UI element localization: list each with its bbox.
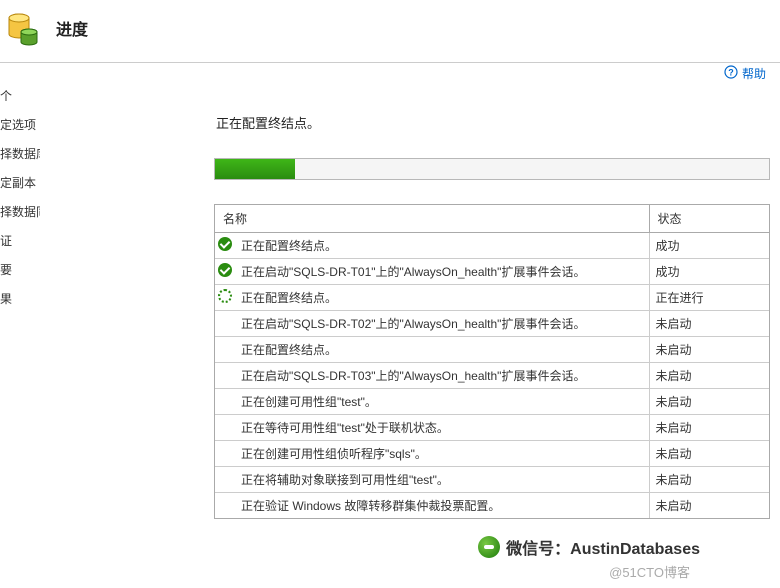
sidebar-item-1[interactable]: 定选项 [0, 110, 40, 139]
progress-fill [215, 159, 295, 179]
layout: 个 定选项 择数据库 定副本 择数据同步 证 要 果 ? 帮助 正在配置终结点。 [0, 63, 780, 588]
row-status: 未启动 [649, 493, 769, 519]
table-row[interactable]: 正在启动"SQLS-DR-T01"上的"AlwaysOn_health"扩展事件… [215, 259, 769, 285]
status-text: 正在配置终结点。 [216, 113, 772, 132]
row-icon-cell [215, 467, 235, 493]
row-status: 未启动 [649, 415, 769, 441]
row-icon-cell [215, 259, 235, 285]
table-row[interactable]: 正在等待可用性组"test"处于联机状态。未启动 [215, 415, 769, 441]
row-name: 正在启动"SQLS-DR-T01"上的"AlwaysOn_health"扩展事件… [235, 259, 649, 285]
row-status: 成功 [649, 259, 769, 285]
row-name: 正在创建可用性组侦听程序"sqls"。 [235, 441, 649, 467]
row-name: 正在配置终结点。 [235, 285, 649, 311]
sidebar-item-7[interactable]: 果 [0, 284, 40, 313]
row-name: 正在验证 Windows 故障转移群集仲裁投票配置。 [235, 493, 649, 519]
row-name: 正在将辅助对象联接到可用性组"test"。 [235, 467, 649, 493]
watermark-source: @51CTO博客 [609, 562, 690, 581]
page-title: 进度 [56, 16, 88, 40]
progress-bar [214, 158, 770, 180]
help-link[interactable]: ? 帮助 [724, 65, 766, 82]
row-status: 未启动 [649, 363, 769, 389]
row-name: 正在启动"SQLS-DR-T03"上的"AlwaysOn_health"扩展事件… [235, 363, 649, 389]
sidebar-item-2[interactable]: 择数据库 [0, 139, 40, 168]
row-icon-cell [215, 285, 235, 311]
table-row[interactable]: 正在启动"SQLS-DR-T03"上的"AlwaysOn_health"扩展事件… [215, 363, 769, 389]
row-icon-cell [215, 415, 235, 441]
col-status[interactable]: 状态 [649, 205, 769, 233]
row-status: 成功 [649, 233, 769, 259]
row-icon-cell [215, 493, 235, 519]
sidebar-item-4[interactable]: 择数据同步 [0, 197, 40, 226]
help-icon: ? [724, 65, 738, 82]
table-row[interactable]: 正在验证 Windows 故障转移群集仲裁投票配置。未启动 [215, 493, 769, 519]
help-label: 帮助 [742, 65, 766, 82]
wechat-icon [478, 536, 500, 558]
main-panel: ? 帮助 正在配置终结点。 名称 状态 正在配置终结点。成功正在启动"SQLS-… [40, 63, 780, 588]
header: 进度 [0, 0, 780, 63]
row-name: 正在配置终结点。 [235, 233, 649, 259]
running-icon [218, 289, 232, 303]
sidebar: 个 定选项 择数据库 定副本 择数据同步 证 要 果 [0, 63, 40, 588]
table-row[interactable]: 正在将辅助对象联接到可用性组"test"。未启动 [215, 467, 769, 493]
row-status: 未启动 [649, 389, 769, 415]
row-status: 未启动 [649, 311, 769, 337]
watermark-wechat: 微信号：AustinDatabases [478, 535, 700, 559]
sidebar-item-6[interactable]: 要 [0, 255, 40, 284]
row-status: 未启动 [649, 467, 769, 493]
sidebar-item-0[interactable]: 个 [0, 81, 40, 110]
row-icon-cell [215, 311, 235, 337]
row-name: 正在等待可用性组"test"处于联机状态。 [235, 415, 649, 441]
success-icon [218, 263, 232, 277]
database-icon [0, 10, 46, 46]
table-row[interactable]: 正在创建可用性组侦听程序"sqls"。未启动 [215, 441, 769, 467]
row-status: 正在进行 [649, 285, 769, 311]
table-row[interactable]: 正在配置终结点。成功 [215, 233, 769, 259]
svg-text:?: ? [728, 68, 734, 78]
table-row[interactable]: 正在配置终结点。未启动 [215, 337, 769, 363]
results-table: 名称 状态 正在配置终结点。成功正在启动"SQLS-DR-T01"上的"Alwa… [214, 204, 770, 519]
sidebar-item-3[interactable]: 定副本 [0, 168, 40, 197]
row-icon-cell [215, 389, 235, 415]
row-icon-cell [215, 363, 235, 389]
table-row[interactable]: 正在创建可用性组"test"。未启动 [215, 389, 769, 415]
row-name: 正在启动"SQLS-DR-T02"上的"AlwaysOn_health"扩展事件… [235, 311, 649, 337]
sidebar-item-5[interactable]: 证 [0, 226, 40, 255]
row-icon-cell [215, 233, 235, 259]
row-status: 未启动 [649, 337, 769, 363]
row-status: 未启动 [649, 441, 769, 467]
col-name[interactable]: 名称 [215, 205, 649, 233]
row-name: 正在创建可用性组"test"。 [235, 389, 649, 415]
success-icon [218, 237, 232, 251]
table-row[interactable]: 正在配置终结点。正在进行 [215, 285, 769, 311]
row-icon-cell [215, 441, 235, 467]
row-name: 正在配置终结点。 [235, 337, 649, 363]
row-icon-cell [215, 337, 235, 363]
table-row[interactable]: 正在启动"SQLS-DR-T02"上的"AlwaysOn_health"扩展事件… [215, 311, 769, 337]
